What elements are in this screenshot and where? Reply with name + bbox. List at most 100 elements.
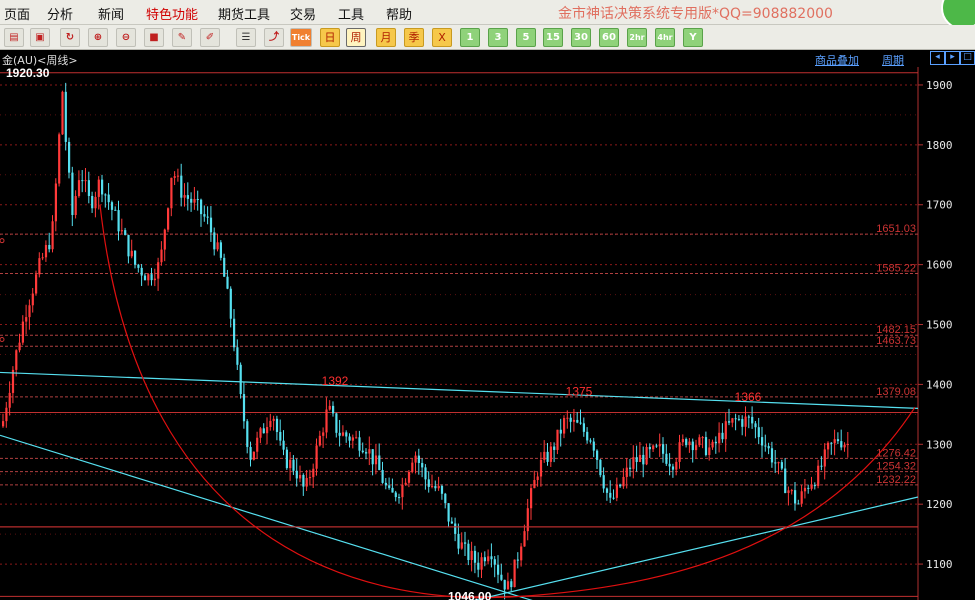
candle-body bbox=[523, 531, 526, 547]
candle-body bbox=[97, 179, 100, 197]
period-y-button[interactable]: Y bbox=[683, 28, 703, 47]
candle-body bbox=[94, 196, 97, 209]
candle-body bbox=[28, 305, 31, 318]
refresh-icon[interactable]: ↻ bbox=[60, 28, 80, 47]
candle-body bbox=[368, 449, 371, 454]
candle-body bbox=[797, 503, 800, 505]
candle-body bbox=[813, 485, 816, 487]
period-5min-button[interactable]: 5 bbox=[516, 28, 536, 47]
candle-body bbox=[576, 419, 579, 423]
candle-body bbox=[269, 420, 272, 428]
candle-body bbox=[833, 439, 836, 444]
candle-body bbox=[774, 462, 777, 464]
period-30min-button[interactable]: 30 bbox=[571, 28, 591, 47]
min-price-label: 1046.00 bbox=[448, 589, 492, 600]
candle-body bbox=[374, 455, 378, 465]
period-3min-button[interactable]: 3 bbox=[488, 28, 508, 47]
candle-body bbox=[678, 442, 681, 462]
menu-page[interactable]: 页面 bbox=[4, 4, 30, 23]
candle-body bbox=[493, 559, 496, 565]
folder-icon[interactable]: ▣ bbox=[30, 28, 50, 47]
menu-tools[interactable]: 工具 bbox=[338, 4, 364, 23]
period-week-button[interactable]: 周 bbox=[346, 28, 366, 47]
candle-body bbox=[685, 439, 688, 446]
candle-body bbox=[209, 217, 213, 233]
window-icon[interactable]: ■ bbox=[144, 28, 164, 47]
menu-features[interactable]: 特色功能 bbox=[146, 4, 198, 23]
candle-body bbox=[503, 579, 506, 590]
candle-body bbox=[180, 175, 183, 198]
candle-body bbox=[394, 492, 397, 498]
candle-body bbox=[662, 444, 665, 454]
period-2hr-button[interactable]: 2hr bbox=[627, 28, 647, 47]
candle-body bbox=[602, 475, 605, 489]
candle-body bbox=[767, 446, 770, 449]
candle-body bbox=[345, 432, 348, 437]
y-tick-label: 1800 bbox=[926, 139, 953, 152]
candle-body bbox=[454, 523, 457, 534]
overlay-link[interactable]: 商品叠加 bbox=[815, 52, 859, 68]
candle-body bbox=[655, 445, 658, 447]
candle-body bbox=[229, 288, 232, 319]
candle-body bbox=[510, 581, 513, 588]
table-icon[interactable]: ☰ bbox=[236, 28, 256, 47]
candle-body bbox=[91, 195, 94, 209]
candle-body bbox=[295, 470, 298, 479]
candle-body bbox=[407, 471, 411, 483]
menu-news[interactable]: 新闻 bbox=[98, 4, 124, 23]
candle-body bbox=[569, 417, 572, 422]
candle-body bbox=[117, 210, 120, 232]
candle-body bbox=[823, 449, 826, 467]
candle-body bbox=[761, 437, 764, 446]
zoom-out-icon[interactable]: ⊖ bbox=[116, 28, 136, 47]
chart-labels: 1100 1200 1300 1400 1500 1600 1700 1800 1900 1651… bbox=[6, 67, 953, 600]
price-chart[interactable]: 1100 1200 1300 1400 1500 1600 1700 1800 1900 1651… bbox=[0, 67, 975, 600]
candle-body bbox=[609, 492, 612, 498]
line-chart-icon[interactable]: ⤴ bbox=[264, 28, 284, 47]
candle-body bbox=[457, 533, 460, 549]
scroll-left-icon[interactable]: ◂ bbox=[930, 51, 945, 65]
period-link[interactable]: 周期 bbox=[882, 52, 904, 68]
candle-body bbox=[645, 446, 648, 465]
level-label: 1254.32 bbox=[876, 461, 916, 473]
maximize-icon[interactable]: □ bbox=[960, 51, 975, 65]
zoom-in-icon[interactable]: ⊕ bbox=[88, 28, 108, 47]
period-15min-button[interactable]: 15 bbox=[543, 28, 563, 47]
period-month-button[interactable]: 月 bbox=[376, 28, 396, 47]
layout-icon[interactable]: ▤ bbox=[4, 28, 24, 47]
candle-body bbox=[246, 421, 249, 447]
candle-body bbox=[381, 469, 384, 483]
candle-body bbox=[810, 485, 813, 489]
candle-body bbox=[744, 416, 747, 427]
candle-body bbox=[450, 521, 453, 524]
pen-icon[interactable]: ✎ bbox=[172, 28, 192, 47]
candle-body bbox=[391, 487, 394, 493]
candle-body bbox=[223, 257, 226, 277]
chart-info-bar: 金(AU)<周线> 商品叠加 周期 ◂ ▸ □ bbox=[0, 50, 975, 67]
candle-body bbox=[153, 278, 156, 281]
menu-bar: 页面 分析 新闻 特色功能 期货工具 交易 工具 帮助 金市神话决策系统专用版*… bbox=[0, 0, 975, 30]
brush-icon[interactable]: ✐ bbox=[200, 28, 220, 47]
menu-help[interactable]: 帮助 bbox=[386, 4, 412, 23]
period-60min-button[interactable]: 60 bbox=[599, 28, 619, 47]
level-label: 1276.42 bbox=[876, 447, 916, 459]
candle-body bbox=[322, 432, 325, 436]
candle-body bbox=[157, 262, 160, 279]
period-4hr-button[interactable]: 4hr bbox=[655, 28, 675, 47]
period-1min-button[interactable]: 1 bbox=[460, 28, 480, 47]
scroll-right-icon[interactable]: ▸ bbox=[945, 51, 960, 65]
period-year-button[interactable]: X bbox=[432, 28, 452, 47]
y-tick-label: 1500 bbox=[926, 319, 953, 332]
candle-body bbox=[365, 452, 368, 454]
candle-body bbox=[305, 478, 308, 487]
candle-body bbox=[840, 441, 843, 448]
period-quarter-button[interactable]: 季 bbox=[404, 28, 424, 47]
period-day-button[interactable]: 日 bbox=[320, 28, 340, 47]
menu-futures-tools[interactable]: 期货工具 bbox=[218, 4, 270, 23]
menu-analysis[interactable]: 分析 bbox=[47, 4, 73, 23]
candle-body bbox=[64, 91, 67, 142]
candle-body bbox=[328, 405, 331, 410]
tick-button[interactable]: Tick bbox=[290, 28, 312, 47]
candle-body bbox=[536, 476, 539, 481]
menu-trade[interactable]: 交易 bbox=[290, 4, 316, 23]
